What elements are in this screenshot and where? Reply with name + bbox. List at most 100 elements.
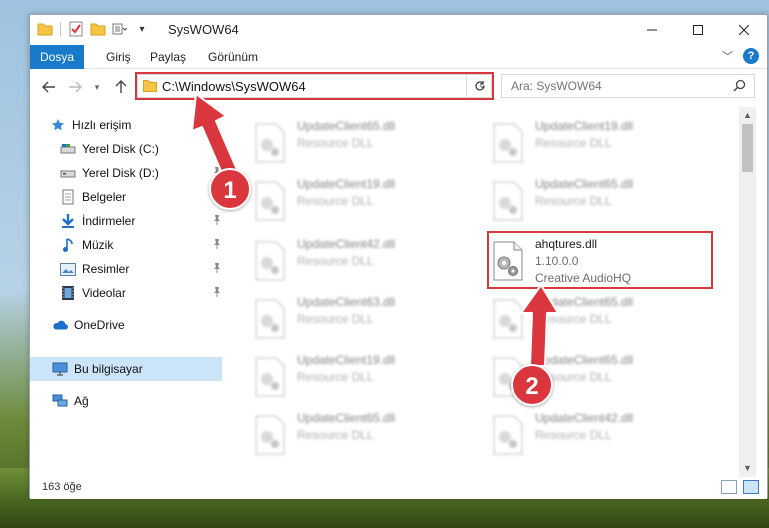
- computer-icon: [52, 361, 68, 377]
- sidebar-item-this-pc[interactable]: Bu bilgisayar: [30, 357, 222, 381]
- list-item[interactable]: UpdateClient42.dll Resource DLL: [476, 405, 706, 457]
- sidebar-item-label: Belgeler: [82, 190, 127, 204]
- dll-file-icon: [255, 241, 285, 281]
- scroll-down-arrow[interactable]: ▼: [739, 460, 756, 477]
- properties-icon[interactable]: [67, 20, 85, 38]
- sidebar-item-label: Hızlı erişim: [72, 118, 132, 132]
- file-name: UpdateClient42.dll: [297, 237, 396, 251]
- back-button[interactable]: [40, 78, 58, 96]
- sidebar-item-music[interactable]: Müzik: [60, 233, 222, 257]
- pin-icon[interactable]: [212, 262, 222, 277]
- list-item[interactable]: UpdateClient65.dll Resource DLL: [238, 405, 468, 457]
- tab-share[interactable]: Paylaş: [140, 45, 196, 69]
- sidebar-item-label: Yerel Disk (D:): [82, 166, 159, 180]
- list-item[interactable]: UpdateClient65.dll Resource DLL: [476, 171, 706, 223]
- pin-icon[interactable]: [212, 238, 222, 253]
- sidebar-item-label: Müzik: [82, 238, 114, 252]
- folder-icon: [36, 20, 54, 38]
- maximize-button[interactable]: [675, 15, 721, 45]
- callout-badge-1: 1: [209, 168, 251, 210]
- scroll-up-arrow[interactable]: ▲: [739, 107, 756, 124]
- sidebar-item-local-disk-c[interactable]: Yerel Disk (C:): [60, 137, 222, 161]
- cloud-icon: [52, 317, 68, 333]
- sidebar-item-label: OneDrive: [74, 318, 125, 332]
- list-item[interactable]: UpdateClient19.dll Resource DLL: [476, 113, 706, 165]
- tab-home[interactable]: Giriş: [96, 45, 141, 69]
- documents-icon: [60, 189, 76, 205]
- network-icon: [52, 393, 68, 409]
- close-button[interactable]: [721, 15, 767, 45]
- list-item[interactable]: UpdateClient19.dll Resource DLL: [238, 347, 468, 399]
- sidebar-item-label: Resimler: [82, 262, 130, 276]
- dll-file-icon: [255, 357, 285, 397]
- sidebar-item-label: Yerel Disk (C:): [82, 142, 159, 156]
- list-item[interactable]: UpdateClient65.dll Resource DLL: [476, 289, 706, 341]
- sidebar-item-pictures[interactable]: Resimler: [60, 257, 222, 281]
- window-controls: [629, 15, 767, 45]
- dll-file-icon: [493, 123, 523, 163]
- list-item[interactable]: UpdateClient19.dll Resource DLL: [238, 171, 468, 223]
- file-name: UpdateClient65.dll: [297, 119, 396, 133]
- file-description: Resource DLL: [297, 312, 374, 326]
- toolbar-divider: [60, 22, 61, 36]
- sidebar-item-local-disk-d[interactable]: Yerel Disk (D:): [60, 161, 222, 185]
- list-item[interactable]: UpdateClient63.dll Resource DLL: [238, 289, 468, 341]
- search-box[interactable]: [501, 74, 755, 98]
- pin-icon[interactable]: [212, 214, 222, 229]
- ribbon-right-controls: ﹀ ?: [722, 48, 759, 64]
- pin-icon[interactable]: [212, 142, 222, 157]
- videos-icon: [60, 285, 76, 301]
- customize-icon[interactable]: [111, 20, 129, 38]
- search-input[interactable]: [502, 75, 722, 97]
- download-icon: [60, 213, 76, 229]
- list-item[interactable]: UpdateClient65.dll Resource DLL: [238, 113, 468, 165]
- file-description: Resource DLL: [535, 428, 612, 442]
- music-icon: [60, 237, 76, 253]
- file-name: UpdateClient19.dll: [535, 119, 634, 133]
- recent-locations-button[interactable]: ▾: [88, 78, 106, 96]
- tab-file[interactable]: Dosya: [30, 45, 85, 69]
- file-description: Resource DLL: [535, 136, 612, 150]
- forward-button[interactable]: [66, 78, 84, 96]
- file-name: UpdateClient42.dll: [535, 411, 634, 425]
- dll-file-icon: [493, 181, 523, 221]
- list-item[interactable]: UpdateClient42.dll Resource DLL: [238, 231, 468, 283]
- pin-icon[interactable]: [212, 286, 222, 301]
- vertical-scrollbar[interactable]: ▲ ▼: [739, 107, 756, 477]
- item-count: 163 öğe: [42, 481, 82, 493]
- sidebar-item-label: İndirmeler: [82, 214, 136, 228]
- sidebar-item-downloads[interactable]: İndirmeler: [60, 209, 222, 233]
- address-highlight-box: [135, 72, 494, 100]
- file-name: UpdateClient19.dll: [297, 177, 396, 191]
- file-description: Resource DLL: [297, 136, 374, 150]
- file-name: UpdateClient65.dll: [535, 353, 634, 367]
- sidebar-item-documents[interactable]: Belgeler: [60, 185, 222, 209]
- sidebar-item-quick-access[interactable]: Hızlı erişim: [50, 113, 242, 137]
- sidebar-item-label: Ağ: [74, 394, 89, 408]
- ribbon-tabs: Dosya Giriş Paylaş Görünüm ﹀ ?: [30, 45, 767, 69]
- file-name: UpdateClient19.dll: [297, 353, 396, 367]
- file-description: Resource DLL: [297, 428, 374, 442]
- new-folder-icon[interactable]: [89, 20, 107, 38]
- file-description: Resource DLL: [297, 194, 374, 208]
- sidebar-item-network[interactable]: Ağ: [52, 389, 222, 413]
- expand-ribbon-icon[interactable]: ﹀: [722, 48, 733, 64]
- minimize-button[interactable]: [629, 15, 675, 45]
- large-icons-view-button[interactable]: [743, 480, 759, 494]
- details-view-button[interactable]: [721, 480, 737, 494]
- title-bar: ▾ SysWOW64: [30, 15, 767, 45]
- help-icon[interactable]: ?: [743, 48, 759, 64]
- sidebar-item-onedrive[interactable]: OneDrive: [52, 313, 222, 337]
- tab-view[interactable]: Görünüm: [198, 45, 268, 69]
- view-switcher: [721, 480, 759, 494]
- up-button[interactable]: [112, 78, 130, 96]
- sidebar-item-label: Bu bilgisayar: [74, 362, 143, 376]
- file-description: Resource DLL: [297, 370, 374, 384]
- file-explorer-window: ▾ SysWOW64 Dosya Giriş Paylaş Görünüm ﹀ …: [29, 14, 768, 499]
- sidebar-item-videos[interactable]: Videolar: [60, 281, 222, 305]
- list-item[interactable]: UpdateClient65.dll Resource DLL: [476, 347, 706, 399]
- drive-icon: [60, 165, 76, 181]
- callout-badge-2: 2: [511, 364, 553, 406]
- scrollbar-thumb[interactable]: [742, 124, 753, 172]
- chevron-down-icon[interactable]: ▾: [133, 20, 151, 38]
